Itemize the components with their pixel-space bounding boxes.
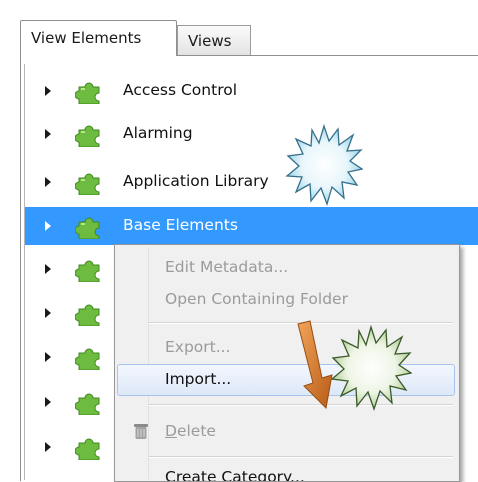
menu-item-label: Edit Metadata... (165, 258, 289, 276)
expand-arrow-icon[interactable] (45, 221, 51, 231)
expand-arrow-icon[interactable] (45, 177, 51, 187)
menu-item-label: Create Category... (165, 468, 305, 481)
orange-arrow-icon (297, 320, 333, 410)
menu-separator-highlight (149, 457, 453, 458)
tree-item-label: Base Elements (123, 216, 238, 234)
tree-item-label: Access Control (123, 81, 238, 99)
menu-item-create-category[interactable]: Create Category... (117, 465, 455, 481)
expand-arrow-icon[interactable] (45, 129, 51, 139)
trash-icon (134, 424, 148, 439)
puzzle-piece-icon (75, 217, 100, 239)
puzzle-piece-icon (75, 304, 100, 326)
tree-item-label: Application Library (123, 172, 269, 190)
starburst-callout-icon (285, 124, 363, 206)
puzzle-piece-icon (75, 348, 100, 370)
tree-item-access-control[interactable]: Access Control (25, 72, 478, 110)
expand-arrow-icon[interactable] (45, 397, 51, 407)
tree-item-label: Alarming (123, 124, 193, 142)
menu-item-label: Export... (165, 338, 231, 356)
tree-item-alarming[interactable]: Alarming (25, 115, 478, 153)
menu-item-label: Delete (165, 422, 216, 440)
menu-item-label: Import... (165, 370, 232, 388)
tree-item-application-library[interactable]: Application Library (25, 163, 478, 201)
expand-arrow-icon[interactable] (45, 352, 51, 362)
tree-item-base-elements[interactable]: Base Elements (25, 207, 478, 245)
expand-arrow-icon[interactable] (45, 442, 51, 452)
puzzle-piece-icon (75, 260, 100, 282)
tab-views[interactable]: Views (177, 25, 251, 55)
menu-item-open-containing-folder[interactable]: Open Containing Folder (117, 284, 455, 316)
puzzle-piece-icon (75, 82, 100, 104)
starburst-callout-icon (330, 325, 412, 411)
tab-view-elements[interactable]: View Elements (20, 20, 177, 56)
expand-arrow-icon[interactable] (45, 86, 51, 96)
menu-item-delete[interactable]: Delete (117, 416, 455, 448)
puzzle-piece-icon (75, 125, 100, 147)
puzzle-piece-icon (75, 438, 100, 460)
menu-item-label: Open Containing Folder (165, 290, 348, 308)
puzzle-piece-icon (75, 393, 100, 415)
expand-arrow-icon[interactable] (45, 308, 51, 318)
menu-item-edit-metadata[interactable]: Edit Metadata... (117, 252, 455, 284)
expand-arrow-icon[interactable] (45, 264, 51, 274)
puzzle-piece-icon (75, 173, 100, 195)
